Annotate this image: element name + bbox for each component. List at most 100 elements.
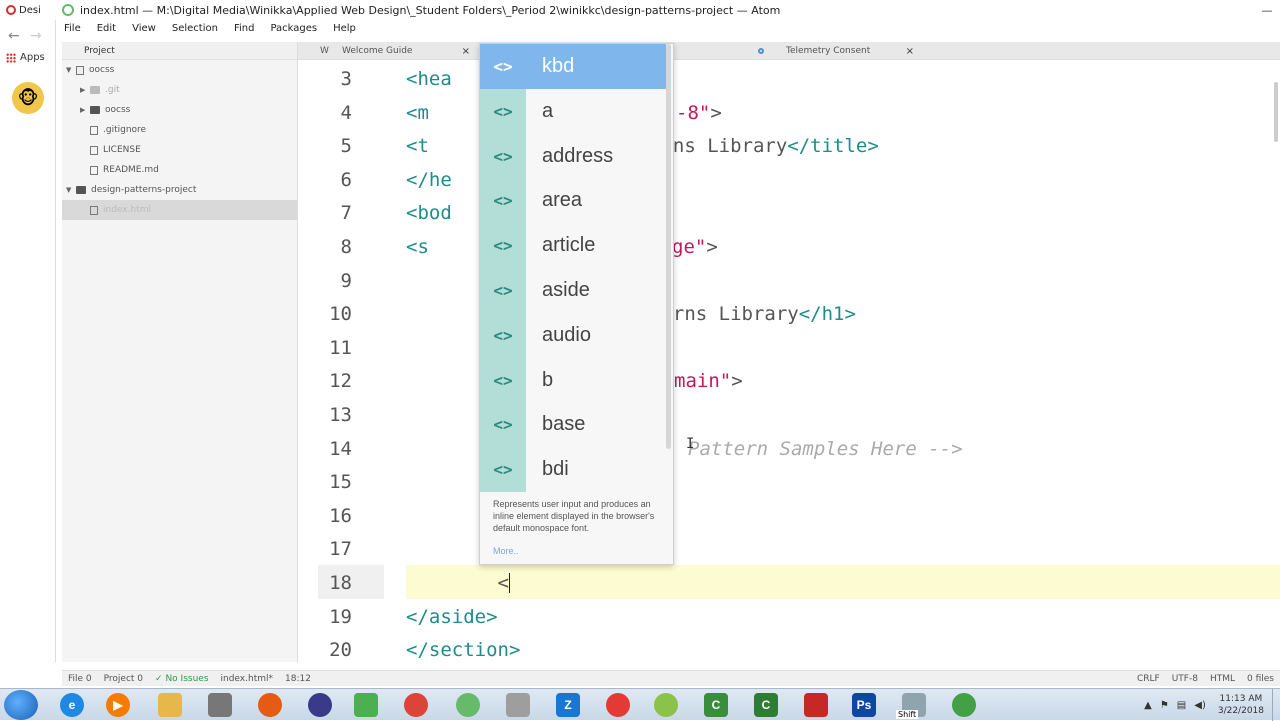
menu-edit[interactable]: Edit (89, 23, 124, 34)
apps-shortcut[interactable]: Apps (6, 52, 45, 63)
file-icon (90, 165, 98, 175)
autocomplete-item[interactable]: <> a (480, 88, 666, 134)
chrome-icon[interactable] (404, 693, 428, 717)
tab-telemetry-consent-label: Telemetry Consent (786, 46, 871, 56)
autocomplete-item[interactable]: <> article (480, 223, 666, 269)
menu-help[interactable]: Help (325, 23, 364, 34)
autocomplete-item[interactable]: <> address (480, 133, 666, 179)
atom-running-icon[interactable] (952, 693, 976, 717)
tab-modified[interactable] (674, 42, 774, 60)
code-editor[interactable]: 3 4 5 6 7 8 9 10 11 12 13 14 15 16 17 18 19 20 <hea <m <t… (298, 62, 1280, 662)
line-number: 20 (329, 639, 352, 662)
folder-icon (76, 186, 86, 194)
media-player-icon[interactable]: ▶ (106, 693, 130, 717)
atom-icon[interactable] (456, 693, 480, 717)
start-button[interactable] (4, 690, 38, 720)
autocomplete-item[interactable]: <> b (480, 357, 666, 403)
status-project-count[interactable]: Project 0 (98, 674, 149, 684)
tab-welcome-guide[interactable]: Welcome Guide × (334, 42, 478, 60)
autocomplete-scrollbar[interactable] (666, 44, 671, 449)
show-desktop-button[interactable] (1272, 689, 1280, 721)
autocomplete-item[interactable]: <> kbd (480, 44, 666, 89)
action-center-icon[interactable]: ⚑ (1156, 700, 1173, 711)
autocomplete-more-link[interactable]: More.. (493, 546, 519, 556)
minimize-icon[interactable]: — (1254, 0, 1280, 20)
tree-item-label: LICENSE (103, 145, 141, 155)
status-linter-issues[interactable]: ✓ No Issues (149, 674, 214, 684)
eclipse-icon[interactable] (308, 693, 332, 717)
close-icon[interactable]: × (462, 46, 470, 57)
chevron-right-icon: ▶ (80, 86, 86, 94)
status-filename[interactable]: index.html* (215, 674, 279, 684)
autocomplete-item[interactable]: <> aside (480, 268, 666, 313)
tree-item[interactable]: ▼ design-patterns-project (62, 180, 297, 200)
code-line: <bod (406, 202, 452, 225)
autocomplete-item-label: aside (542, 279, 590, 301)
autocomplete-item[interactable]: <> bdi (480, 447, 666, 493)
photoshop-icon[interactable]: Ps (852, 693, 876, 717)
snipping-tool-icon[interactable] (506, 693, 530, 717)
file-explorer-icon[interactable] (158, 693, 182, 717)
status-file-count[interactable]: File 0 (62, 674, 98, 684)
autocomplete-item[interactable]: <> audio (480, 312, 666, 358)
notepad-plus-plus-icon[interactable] (354, 693, 378, 717)
file-icon (90, 205, 98, 215)
tree-item[interactable]: README.md (62, 160, 297, 180)
status-line-ending[interactable]: CRLF (1131, 674, 1166, 684)
browser-tab[interactable]: Desi (0, 0, 56, 20)
tree-rows: ▼ oocss ▶ .git ▶ oocss .gitignore LICENSE README… (62, 60, 297, 220)
status-encoding[interactable]: UTF-8 (1166, 674, 1204, 684)
autocomplete-item[interactable]: <> base (480, 402, 666, 448)
shift-key-overlay: Shift (896, 710, 919, 719)
browser-tab-icon (6, 5, 16, 15)
tree-item-label: oocss (89, 65, 115, 75)
menu-view[interactable]: View (124, 23, 164, 34)
code-fragment: erns Library </title> (650, 135, 879, 158)
status-git-files[interactable]: 0 files (1241, 674, 1280, 684)
close-icon[interactable]: × (906, 46, 914, 57)
back-arrow-icon[interactable]: ← (8, 28, 20, 44)
clock[interactable]: 11:13 AM 3/22/2018 (1210, 693, 1272, 717)
tree-item[interactable]: .gitignore (62, 120, 297, 140)
menu-selection[interactable]: Selection (164, 23, 226, 34)
status-grammar[interactable]: HTML (1204, 674, 1241, 684)
menu-file[interactable]: File (56, 23, 89, 34)
tab-telemetry-consent[interactable]: Telemetry Consent × (776, 42, 922, 60)
camtasia-recorder-icon[interactable]: C (754, 693, 778, 717)
internet-explorer-icon[interactable]: e (60, 693, 84, 717)
clock-date: 3/22/2018 (1217, 706, 1264, 716)
forward-arrow-icon[interactable]: → (30, 28, 42, 44)
line-number: 8 (340, 236, 352, 258)
line-number: 14 (329, 437, 352, 460)
code-line: </section> (406, 639, 521, 662)
status-cursor-position[interactable]: 18:12 (279, 674, 317, 684)
apps-label: Apps (20, 52, 45, 63)
tag-icon: <> (480, 312, 526, 358)
camtasia-icon[interactable]: C (704, 693, 728, 717)
editor-vertical-scrollbar[interactable] (1274, 82, 1278, 142)
acrobat-icon[interactable] (804, 693, 828, 717)
tab-bar: W Welcome Guide × Telemetry Consent × (298, 42, 1280, 60)
tree-item[interactable]: ▶ .git (62, 80, 297, 100)
firefox-icon[interactable] (258, 693, 282, 717)
mailchimp-icon[interactable]: 🐵 (12, 82, 44, 114)
menu-packages[interactable]: Packages (262, 23, 325, 34)
network-icon[interactable]: ▤ (1173, 700, 1190, 711)
android-studio-icon[interactable] (654, 693, 678, 717)
tree-item[interactable]: ▼ oocss (62, 60, 297, 80)
tree-item-label: README.md (103, 165, 159, 175)
tree-item[interactable]: index.html (62, 200, 297, 220)
printer-icon[interactable] (208, 693, 232, 717)
tag-icon: <> (480, 44, 526, 89)
tree-item[interactable]: ▶ oocss (62, 100, 297, 120)
tree-item[interactable]: LICENSE (62, 140, 297, 160)
code-fragment: terns Library </h1> (650, 303, 856, 326)
background-browser-strip: ← → Apps 🐵 (0, 20, 56, 662)
z-app-icon[interactable]: Z (556, 693, 580, 717)
tree-item-label: oocss (105, 105, 131, 115)
autocomplete-item[interactable]: <> area (480, 178, 666, 224)
show-hidden-icons-icon[interactable]: ▲ (1140, 700, 1156, 711)
recorder-icon[interactable] (606, 693, 630, 717)
volume-icon[interactable]: ◀) (1190, 700, 1210, 711)
menu-find[interactable]: Find (226, 23, 263, 34)
